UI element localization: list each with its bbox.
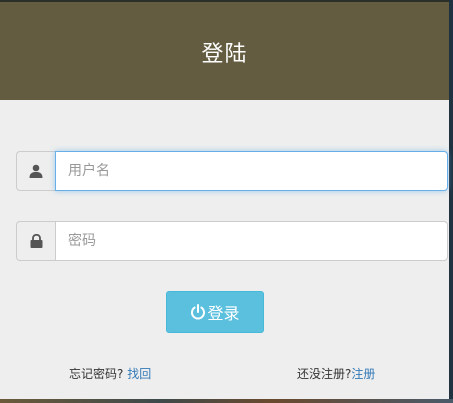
power-icon bbox=[191, 304, 206, 320]
recover-link[interactable]: 找回 bbox=[127, 367, 151, 381]
password-group bbox=[16, 221, 448, 261]
forgot-password-text: 忘记密码? bbox=[69, 367, 124, 381]
forgot-password-row: 忘记密码? 找回 bbox=[69, 366, 151, 382]
password-addon bbox=[16, 221, 55, 261]
username-group bbox=[16, 151, 448, 191]
login-panel: 登陆 登录 忘记密码? 找回 还没注册? bbox=[0, 2, 449, 399]
window-edge-right bbox=[449, 0, 453, 403]
username-addon bbox=[16, 151, 55, 191]
register-link[interactable]: 注册 bbox=[351, 367, 375, 381]
lock-icon bbox=[30, 234, 42, 248]
window-edge-bottom bbox=[0, 399, 453, 403]
register-row: 还没注册?注册 bbox=[297, 366, 375, 382]
register-text: 还没注册? bbox=[297, 367, 352, 381]
login-button[interactable]: 登录 bbox=[166, 291, 264, 333]
login-button-label: 登录 bbox=[207, 304, 240, 323]
page-title: 登陆 bbox=[201, 42, 248, 67]
login-header: 登陆 bbox=[0, 2, 449, 100]
user-icon bbox=[29, 164, 43, 178]
password-input[interactable] bbox=[55, 221, 448, 261]
username-input[interactable] bbox=[55, 151, 448, 191]
